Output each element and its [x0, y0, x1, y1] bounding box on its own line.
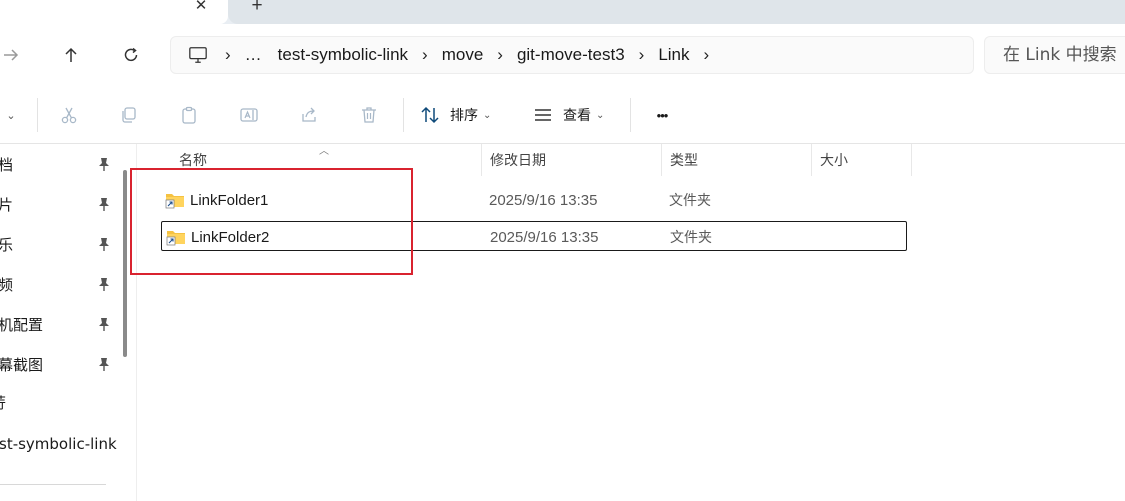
sidebar-item-videos[interactable]: 频 [0, 270, 118, 298]
toolbar-divider [37, 98, 38, 132]
sidebar-item-label: st-symbolic-link [0, 435, 117, 453]
sidebar-item-documents[interactable]: 档 [0, 150, 118, 178]
breadcrumb-chevron[interactable]: › [491, 45, 509, 65]
sidebar-scrollbar[interactable] [123, 170, 127, 357]
column-header-modified-label: 修改日期 [490, 153, 546, 169]
scissors-icon [61, 107, 77, 124]
sidebar-item-label: 乐 [0, 235, 14, 254]
breadcrumb-link[interactable]: Link [650, 45, 697, 65]
refresh-icon [124, 47, 138, 62]
rename-button[interactable] [236, 100, 262, 130]
pin-icon [99, 278, 109, 291]
column-header-size[interactable]: 大小 [812, 144, 912, 176]
breadcrumb-chevron[interactable]: › [416, 45, 434, 65]
command-bar: ⌄ 排序 ⌄ 查看 ⌄ ••• [0, 86, 1125, 144]
annotation-highlight-box [130, 168, 413, 275]
computer-icon[interactable] [185, 42, 211, 68]
toolbar-divider [630, 98, 631, 132]
sidebar-item-label: 档 [0, 155, 14, 174]
breadcrumb-overflow[interactable]: … [237, 45, 270, 65]
column-header-type-label: 类型 [670, 153, 698, 169]
pin-icon [99, 198, 109, 211]
sidebar-item-screenshots[interactable]: 幕截图 [0, 350, 118, 378]
sidebar-item-label: 幕截图 [0, 355, 44, 374]
toolbar-divider [403, 98, 404, 132]
view-button[interactable]: 查看 ⌄ [533, 100, 613, 130]
tab-strip-background [228, 0, 1125, 24]
column-header-modified[interactable]: 修改日期 [481, 144, 662, 176]
breadcrumb-test-symbolic-link[interactable]: test-symbolic-link [270, 45, 416, 65]
sort-button[interactable]: 排序 ⌄ [420, 100, 500, 130]
sidebar-item-test-symbolic-link[interactable]: st-symbolic-link [0, 430, 118, 458]
chevron-down-icon: ⌄ [6, 109, 16, 122]
cut-button[interactable] [56, 100, 82, 130]
tab-strip: ✕ + [0, 0, 1125, 24]
sort-icon [421, 106, 439, 124]
pin-icon [99, 318, 109, 331]
rename-icon [240, 108, 258, 122]
trash-icon [362, 107, 376, 123]
column-header-size-label: 大小 [820, 153, 848, 169]
breadcrumb-git-move-test3[interactable]: git-move-test3 [509, 45, 633, 65]
sort-label: 排序 [450, 108, 478, 124]
search-box[interactable] [984, 36, 1125, 74]
sidebar-item-pictures[interactable]: 片 [0, 190, 118, 218]
view-label: 查看 [563, 108, 591, 124]
column-header-name-label: 名称 [179, 153, 207, 169]
refresh-button[interactable] [114, 38, 148, 72]
more-options-button[interactable]: ••• [648, 100, 676, 130]
breadcrumb-chevron[interactable]: › [698, 45, 716, 65]
share-icon [302, 107, 316, 122]
sidebar-item-label: 频 [0, 275, 14, 294]
pin-icon [99, 238, 109, 251]
breadcrumb-chevron[interactable]: › [219, 45, 237, 65]
share-button[interactable] [296, 100, 322, 130]
copy-icon [122, 107, 136, 123]
arrow-right-icon [4, 49, 19, 61]
address-bar[interactable]: › … test-symbolic-link › move › git-move… [170, 36, 974, 74]
up-button[interactable] [54, 38, 88, 72]
chevron-down-icon: ⌄ [483, 109, 492, 121]
arrow-up-icon [65, 47, 77, 62]
navigation-pane: 档 片 乐 频 机配置 幕截图 荇 st-symbolic-link [0, 144, 120, 501]
paste-button[interactable] [176, 100, 202, 130]
sidebar-item-label: 片 [0, 195, 14, 214]
pin-icon [99, 158, 109, 171]
new-dropdown-button[interactable]: ⌄ [0, 100, 22, 130]
tab-close-button[interactable]: ✕ [190, 0, 212, 14]
sidebar-item-config[interactable]: 机配置 [0, 310, 118, 338]
file-type: 文件夹 [670, 230, 712, 246]
sidebar-item-label: 机配置 [0, 315, 44, 334]
pin-icon [99, 358, 109, 371]
sidebar-divider [0, 484, 106, 485]
sidebar-item-folder[interactable]: 荇 [0, 388, 118, 416]
search-input[interactable] [1003, 45, 1125, 65]
file-modified: 2025/9/16 13:35 [490, 228, 599, 246]
navigation-bar: › … test-symbolic-link › move › git-move… [0, 24, 1125, 86]
new-tab-button[interactable]: + [246, 0, 268, 15]
breadcrumb-move[interactable]: move [434, 45, 492, 65]
view-list-icon [535, 109, 551, 121]
column-header-type[interactable]: 类型 [662, 144, 812, 176]
breadcrumb-chevron[interactable]: › [633, 45, 651, 65]
copy-button[interactable] [116, 100, 142, 130]
clipboard-icon [182, 106, 196, 124]
file-modified: 2025/9/16 13:35 [489, 191, 598, 209]
file-type: 文件夹 [669, 193, 711, 209]
forward-button[interactable] [0, 38, 28, 72]
chevron-down-icon: ⌄ [596, 109, 605, 121]
delete-button[interactable] [356, 100, 382, 130]
sidebar-item-label: 荇 [0, 392, 6, 413]
more-icon: ••• [656, 107, 669, 123]
sidebar-item-music[interactable]: 乐 [0, 230, 118, 258]
